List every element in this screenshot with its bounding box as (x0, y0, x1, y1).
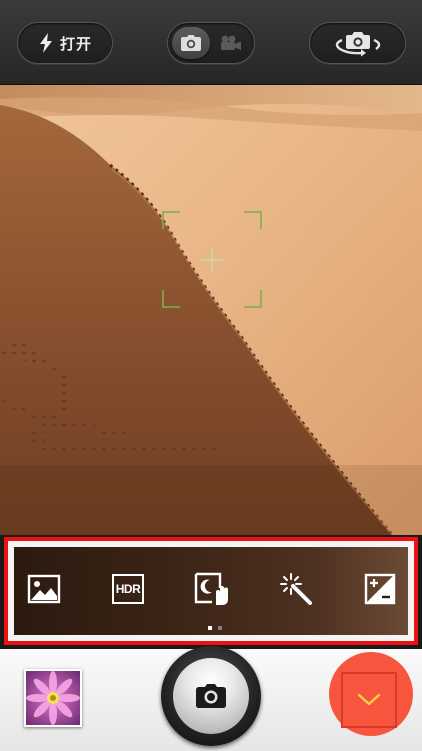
scene-mode-landscape[interactable] (26, 571, 62, 607)
page-dot-inactive (218, 626, 222, 630)
chevron-down-icon (357, 693, 381, 706)
photo-video-toggle[interactable] (167, 22, 255, 64)
live-preview-image (0, 85, 422, 535)
lightning-icon (39, 33, 52, 53)
gallery-thumbnail[interactable] (24, 669, 82, 727)
scene-mode-exposure[interactable] (362, 571, 398, 607)
top-bar: 打开 (0, 0, 422, 85)
scene-mode-strip: HDR (14, 547, 408, 635)
bottom-bar (0, 646, 422, 751)
page-indicator (208, 626, 222, 630)
camera-icon (181, 35, 201, 51)
shutter-button[interactable] (161, 646, 261, 746)
video-mode-button[interactable] (212, 27, 250, 59)
landscape-icon (27, 574, 61, 604)
switch-camera-button[interactable] (309, 22, 406, 64)
magic-wand-icon (280, 573, 312, 605)
hdr-icon: HDR (112, 574, 144, 604)
video-camera-icon (221, 35, 241, 50)
page-dot-active (208, 626, 212, 630)
expand-menu-highlight (341, 672, 397, 728)
camera-icon (196, 684, 226, 708)
photo-mode-button[interactable] (172, 27, 210, 59)
flash-button[interactable]: 打开 (17, 22, 113, 64)
scene-mode-auto-enhance[interactable] (278, 571, 314, 607)
scene-mode-panel-highlight: HDR (4, 537, 418, 645)
hdr-label: HDR (115, 582, 141, 596)
night-handheld-icon (194, 572, 228, 605)
scene-mode-night-handheld[interactable] (194, 571, 230, 607)
rotate-camera-icon (335, 32, 380, 57)
focus-frame-icon (162, 211, 262, 308)
expand-menu-button[interactable] (329, 652, 413, 736)
flower-photo (26, 671, 80, 725)
exposure-icon (364, 573, 396, 605)
flash-label: 打开 (59, 35, 92, 53)
scene-mode-hdr[interactable]: HDR (110, 571, 146, 607)
camera-viewfinder[interactable] (0, 85, 422, 535)
